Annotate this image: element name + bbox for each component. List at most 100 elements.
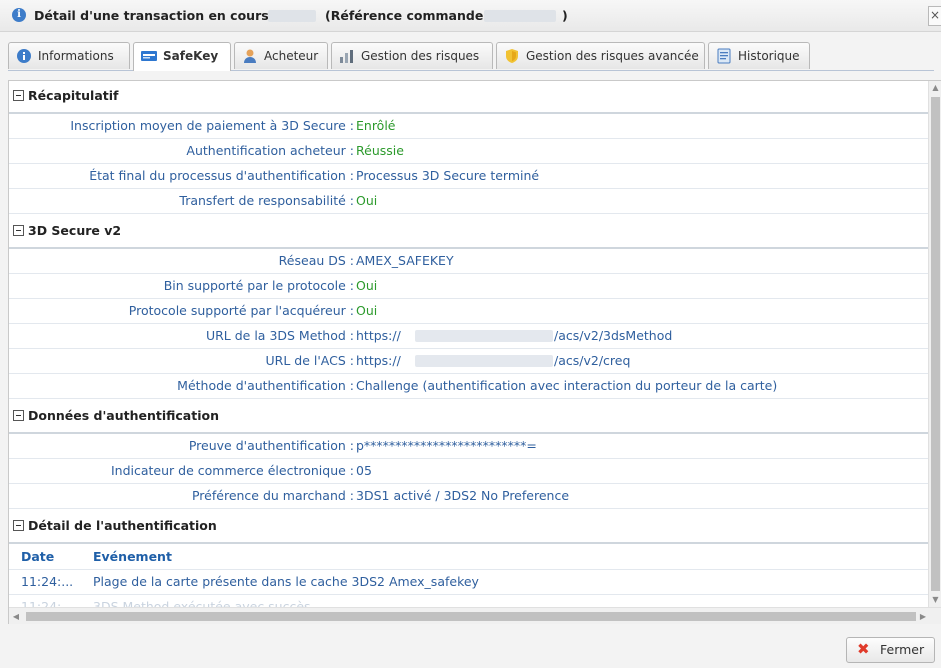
scroll-right-icon[interactable]: ▶ bbox=[916, 608, 930, 625]
transaction-detail-window: i Détail d'une transaction en cours : (R… bbox=[0, 0, 941, 668]
field-label: Transfert de responsabilité : bbox=[179, 193, 354, 208]
field-value: Challenge (authentification avec interac… bbox=[356, 378, 778, 393]
scroll-up-icon[interactable]: ▲ bbox=[929, 81, 941, 95]
vertical-scrollbar[interactable]: ▲ ▼ bbox=[928, 81, 941, 607]
section-title: 3D Secure v2 bbox=[28, 223, 122, 238]
panel-content: Récapitulatif Inscription moyen de paiem… bbox=[9, 81, 928, 607]
field-label: Réseau DS : bbox=[278, 253, 354, 268]
row-event: 3DS Method exécutée avec succès bbox=[93, 599, 311, 607]
horizontal-scroll-thumb[interactable] bbox=[26, 612, 916, 621]
recap-row-enrolment: Inscription moyen de paiement à 3D Secur… bbox=[9, 114, 928, 139]
url-prefix: https:// bbox=[356, 328, 401, 343]
close-x-icon: ✖ bbox=[857, 640, 870, 658]
tab-label: Acheteur bbox=[264, 49, 319, 63]
fermer-button[interactable]: ✖ Fermer bbox=[846, 637, 935, 663]
section-header-3ds-v2[interactable]: 3D Secure v2 bbox=[9, 216, 928, 249]
scroll-left-icon[interactable]: ◀ bbox=[9, 608, 23, 625]
field-label: URL de la 3DS Method : bbox=[205, 328, 354, 343]
field-value: Réussie bbox=[356, 143, 404, 158]
row-date: 11:24:... bbox=[21, 574, 74, 589]
window-title: Détail d'une transaction en cours : bbox=[34, 8, 279, 23]
collapse-icon[interactable] bbox=[13, 520, 24, 531]
field-value: Oui bbox=[356, 193, 378, 208]
section-title: Données d'authentification bbox=[28, 408, 219, 423]
table-row: 11:24:... Plage de la carte présente dan… bbox=[9, 570, 928, 595]
recap-row-liability-shift: Transfert de responsabilité : Oui bbox=[9, 189, 928, 214]
history-doc-icon bbox=[717, 48, 731, 64]
shield-icon bbox=[506, 49, 518, 63]
recap-row-authentication: Authentification acheteur : Réussie bbox=[9, 139, 928, 164]
auth-row-merchant-preference: Préférence du marchand : 3DS1 activé / 3… bbox=[9, 484, 928, 509]
field-label: Preuve d'authentification : bbox=[188, 438, 354, 453]
vertical-scroll-thumb[interactable] bbox=[931, 97, 940, 591]
field-label: Bin supporté par le protocole : bbox=[163, 278, 354, 293]
row-date: 11:24:... bbox=[21, 599, 74, 607]
tab-gestion-risques-avancee[interactable]: Gestion des risques avancée bbox=[496, 42, 705, 69]
fermer-label: Fermer bbox=[880, 642, 925, 657]
collapse-icon[interactable] bbox=[13, 90, 24, 101]
section-title: Détail de l'authentification bbox=[28, 518, 217, 533]
dialog-footer: ✖ Fermer bbox=[0, 624, 941, 668]
field-label: Authentification acheteur : bbox=[186, 143, 354, 158]
tab-informations[interactable]: Informations bbox=[8, 42, 130, 69]
tab-historique[interactable]: Historique bbox=[708, 42, 810, 69]
tab-bar: Informations SafeKey Acheteur Gestion de… bbox=[8, 42, 934, 71]
v2-row-3ds-method-url: URL de la 3DS Method : https:// /acs/v2/… bbox=[9, 324, 928, 349]
field-value: 05 bbox=[356, 463, 372, 478]
window-title-suffix: ) bbox=[562, 8, 568, 23]
tab-label: Informations bbox=[38, 49, 114, 63]
scroll-down-icon[interactable]: ▼ bbox=[929, 593, 941, 607]
field-value: Enrôlé bbox=[356, 118, 396, 133]
redacted-url-host bbox=[415, 330, 553, 342]
v2-row-ds-network: Réseau DS : AMEX_SAFEKEY bbox=[9, 249, 928, 274]
field-label: Préférence du marchand : bbox=[191, 488, 354, 503]
v2-row-acquirer-protocol: Protocole supporté par l'acquéreur : Oui bbox=[9, 299, 928, 324]
recap-row-final-state: État final du processus d'authentificati… bbox=[9, 164, 928, 189]
field-label: URL de l'ACS : bbox=[265, 353, 354, 368]
window-title-reference: (Référence commande : bbox=[325, 8, 493, 23]
title-bar: i Détail d'une transaction en cours : (R… bbox=[0, 0, 941, 32]
history-table-header: Date Evénement bbox=[9, 545, 928, 570]
field-label: Méthode d'authentification : bbox=[177, 378, 354, 393]
field-label: Indicateur de commerce électronique : bbox=[110, 463, 354, 478]
redacted-transaction-id bbox=[268, 10, 316, 22]
section-header-recap[interactable]: Récapitulatif bbox=[9, 81, 928, 114]
tab-acheteur[interactable]: Acheteur bbox=[234, 42, 328, 69]
field-value: AMEX_SAFEKEY bbox=[356, 253, 454, 268]
row-event: Plage de la carte présente dans le cache… bbox=[93, 574, 479, 589]
redacted-url-host bbox=[415, 355, 553, 367]
field-value: Oui bbox=[356, 303, 378, 318]
column-header-event: Evénement bbox=[93, 549, 172, 564]
field-value: p**************************= bbox=[356, 438, 537, 453]
v2-row-bin-supported: Bin supporté par le protocole : Oui bbox=[9, 274, 928, 299]
tab-label: Gestion des risques avancée bbox=[526, 49, 699, 63]
collapse-icon[interactable] bbox=[13, 410, 24, 421]
tab-label: Historique bbox=[738, 49, 800, 63]
safekey-panel: Récapitulatif Inscription moyen de paiem… bbox=[8, 80, 941, 626]
user-icon bbox=[244, 49, 256, 63]
tab-gestion-risques[interactable]: Gestion des risques bbox=[331, 42, 493, 69]
table-row: 11:24:... 3DS Method exécutée avec succè… bbox=[9, 595, 928, 607]
tab-label: Gestion des risques bbox=[361, 49, 480, 63]
url-prefix: https:// bbox=[356, 353, 401, 368]
url-suffix: /acs/v2/creq bbox=[554, 353, 631, 368]
v2-row-acs-url: URL de l'ACS : https:// /acs/v2/creq bbox=[9, 349, 928, 374]
url-suffix: /acs/v2/3dsMethod bbox=[554, 328, 673, 343]
info-icon: i bbox=[12, 8, 26, 22]
window-close-button[interactable]: × bbox=[928, 6, 941, 26]
horizontal-scrollbar[interactable]: ◀ ▶ bbox=[9, 607, 941, 625]
field-label: État final du processus d'authentificati… bbox=[89, 168, 354, 183]
field-label: Inscription moyen de paiement à 3D Secur… bbox=[70, 118, 354, 133]
field-label: Protocole supporté par l'acquéreur : bbox=[128, 303, 354, 318]
collapse-icon[interactable] bbox=[13, 225, 24, 236]
field-value: 3DS1 activé / 3DS2 No Preference bbox=[356, 488, 570, 503]
risk-chart-icon bbox=[340, 50, 353, 63]
section-header-auth-detail[interactable]: Détail de l'authentification bbox=[9, 511, 928, 544]
redacted-order-reference bbox=[484, 10, 556, 22]
info-icon bbox=[17, 49, 31, 63]
section-header-auth-data[interactable]: Données d'authentification bbox=[9, 401, 928, 434]
tab-safekey[interactable]: SafeKey bbox=[133, 42, 231, 71]
amex-safekey-icon bbox=[141, 51, 157, 61]
section-title: Récapitulatif bbox=[28, 88, 119, 103]
column-header-date: Date bbox=[21, 549, 55, 564]
